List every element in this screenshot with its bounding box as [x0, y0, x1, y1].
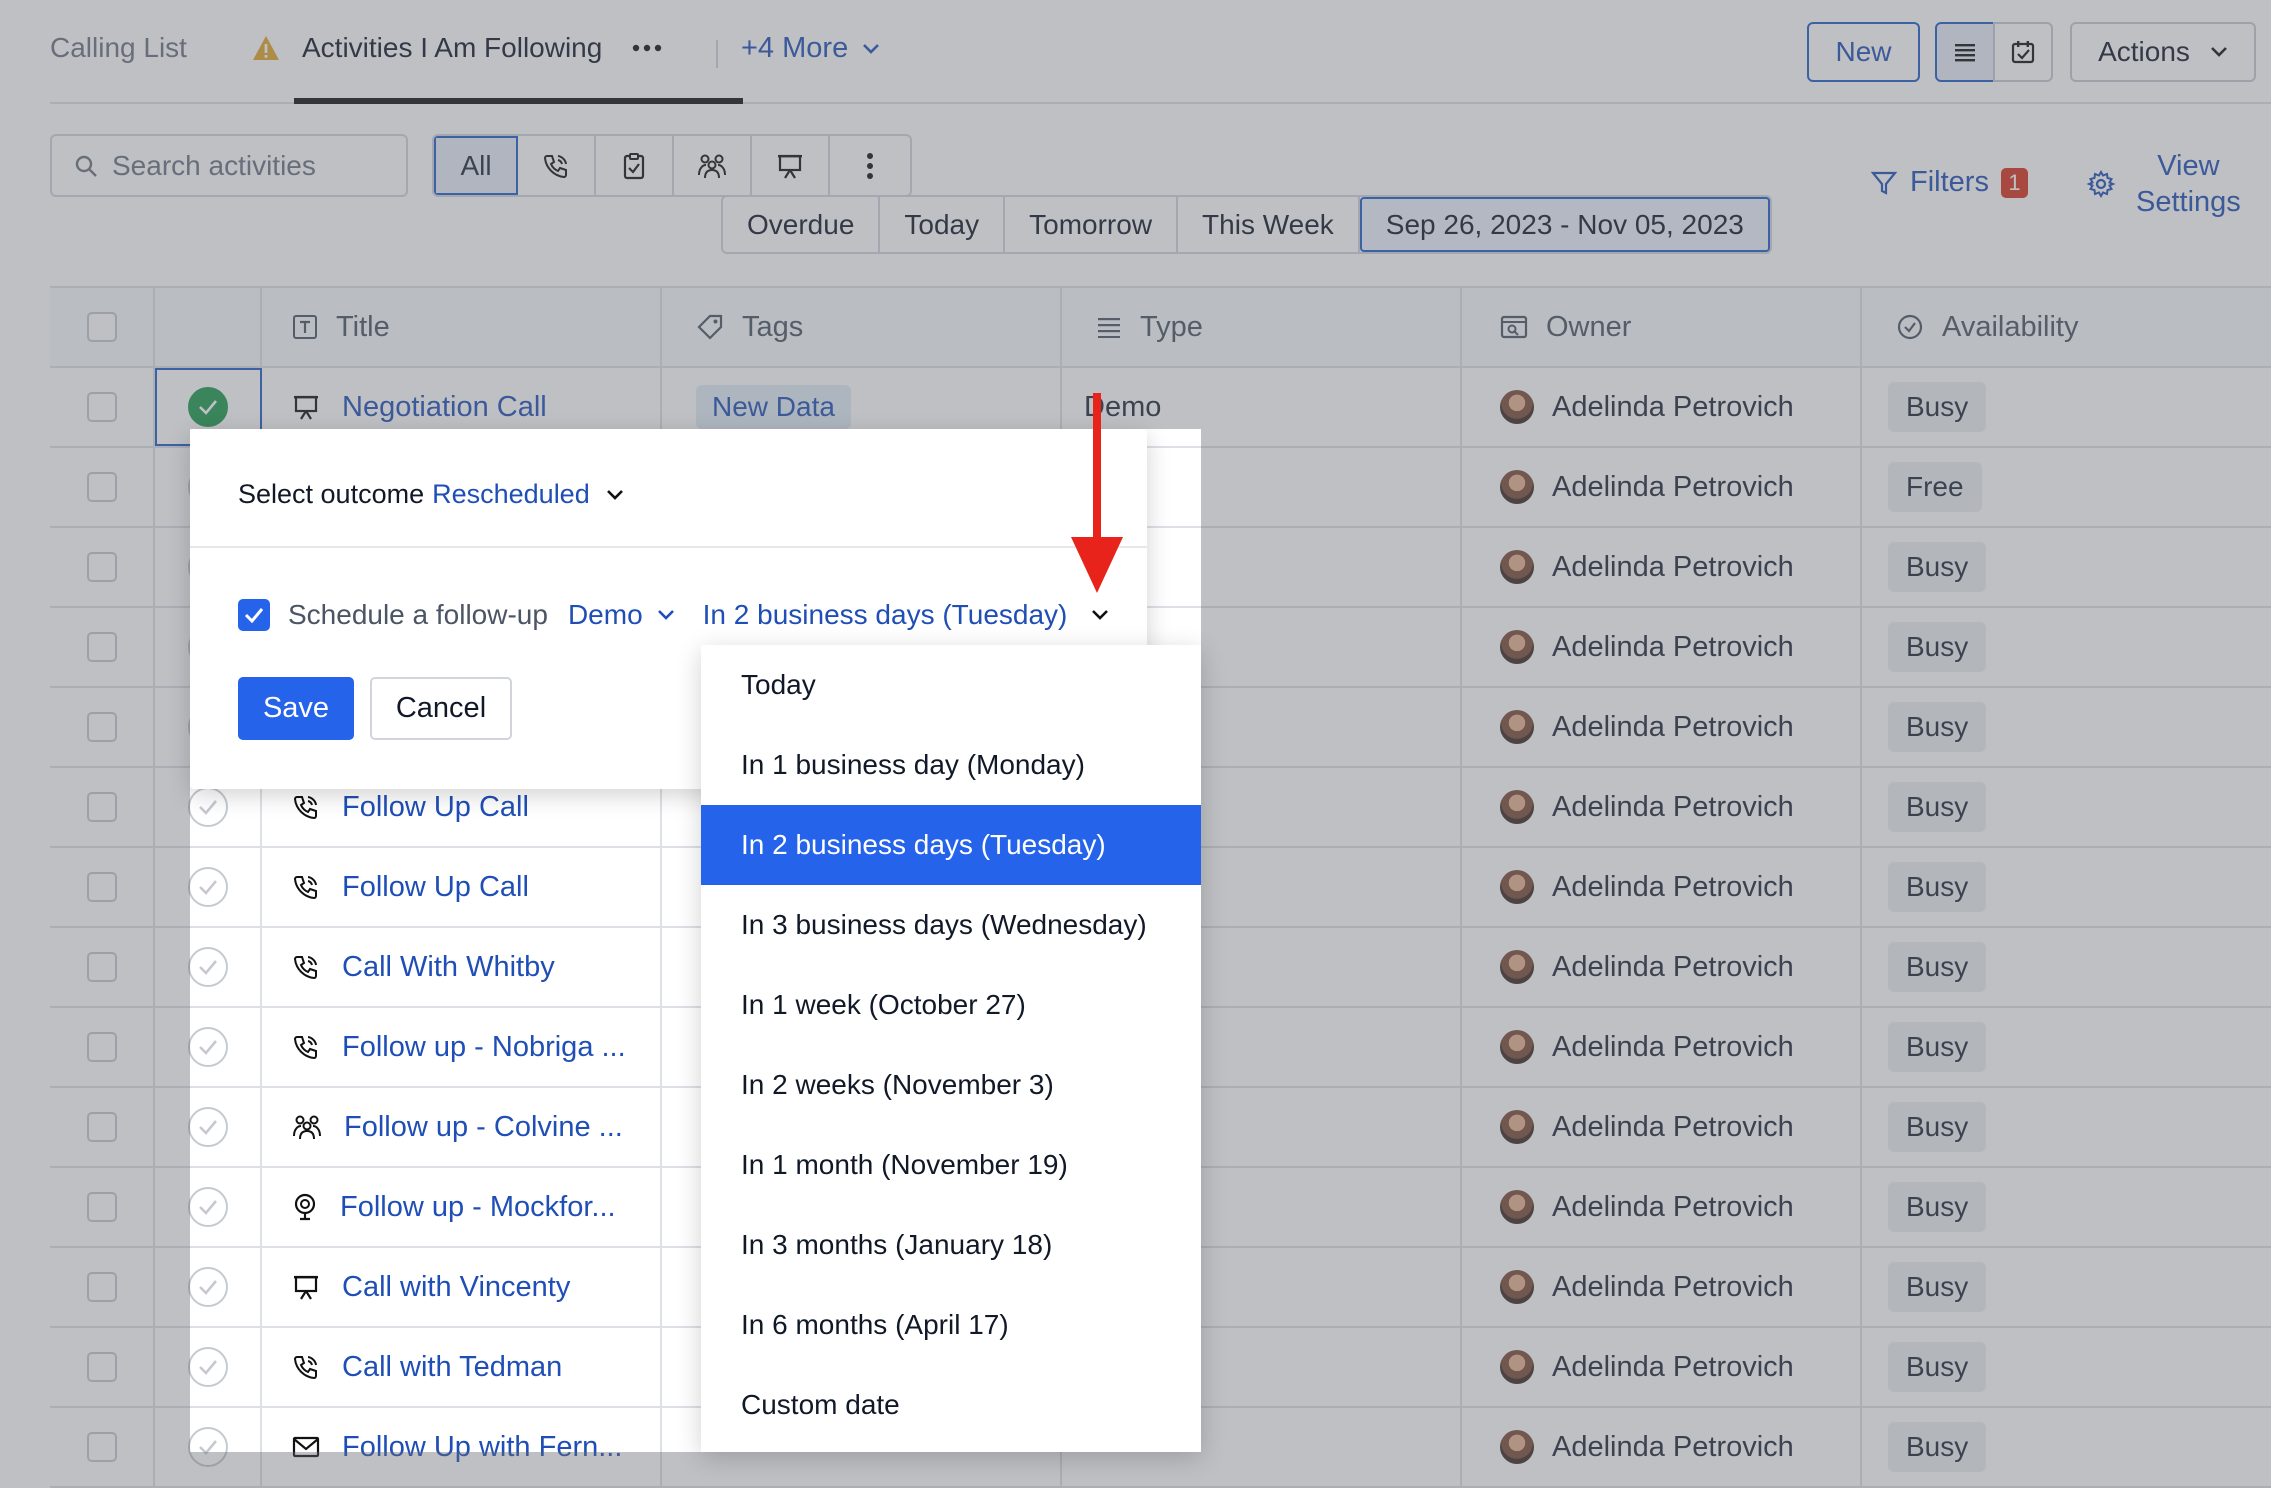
- mark-done-toggle[interactable]: [187, 787, 228, 827]
- modal-backdrop: [0, 0, 2271, 429]
- follow-up-option[interactable]: In 2 weeks (November 3): [701, 1045, 1201, 1125]
- activity-title-link[interactable]: Call with Vincenty: [342, 1271, 570, 1304]
- row-title-cell: Call with Vincenty: [262, 1248, 662, 1326]
- follow-up-option[interactable]: In 6 months (April 17): [701, 1285, 1201, 1365]
- follow-up-when-value: In 2 business days (Tuesday): [702, 599, 1068, 630]
- mark-done-toggle[interactable]: [187, 1027, 228, 1067]
- follow-up-option[interactable]: In 1 week (October 27): [701, 965, 1201, 1045]
- meeting-icon: [292, 1114, 322, 1140]
- follow-up-type-dropdown[interactable]: Demo: [568, 599, 675, 631]
- follow-up-type-value: Demo: [567, 599, 643, 630]
- annotation-arrow-icon: [1069, 393, 1125, 595]
- phone-icon: [292, 793, 320, 821]
- outcome-value: Rescheduled: [432, 479, 590, 509]
- follow-up-option[interactable]: In 3 business days (Wednesday): [701, 885, 1201, 965]
- presentation-icon: [292, 1273, 320, 1301]
- chevron-down-icon: [1091, 609, 1109, 621]
- follow-up-row: Schedule a follow-up Demo In 2 business …: [238, 599, 1109, 631]
- activity-title-link[interactable]: Call With Whitby: [342, 951, 555, 984]
- row-title-cell: Call with Tedman: [262, 1328, 662, 1406]
- mark-done-toggle[interactable]: [187, 1187, 228, 1227]
- activity-title-link[interactable]: Follow up - Colvine ...: [344, 1111, 623, 1144]
- modal-backdrop: [1201, 429, 2271, 1488]
- modal-backdrop: [0, 429, 190, 1488]
- mark-done-toggle[interactable]: [187, 947, 228, 987]
- follow-up-option[interactable]: In 1 business day (Monday): [701, 725, 1201, 805]
- phone-icon: [292, 1353, 320, 1381]
- row-title-cell: Follow Up Call: [262, 848, 662, 926]
- follow-up-option[interactable]: In 1 month (November 19): [701, 1125, 1201, 1205]
- schedule-follow-up-checkbox[interactable]: [238, 599, 270, 631]
- lunch-icon: [292, 1193, 318, 1221]
- phone-icon: [292, 1033, 320, 1061]
- row-title-cell: Follow up - Colvine ...: [262, 1088, 662, 1166]
- activity-title-link[interactable]: Follow Up Call: [342, 791, 529, 824]
- row-title-cell: Call With Whitby: [262, 928, 662, 1006]
- follow-up-when-dropdown[interactable]: In 2 business days (Tuesday): [703, 599, 1110, 631]
- save-button[interactable]: Save: [238, 677, 354, 740]
- chevron-down-icon: [606, 489, 624, 501]
- outcome-dropdown[interactable]: Rescheduled: [432, 479, 624, 510]
- schedule-follow-up-label: Schedule a follow-up: [288, 599, 548, 630]
- follow-up-option[interactable]: In 3 months (January 18): [701, 1205, 1201, 1285]
- follow-up-when-menu: Today In 1 business day (Monday) In 2 busi…: [701, 645, 1201, 1452]
- chevron-down-icon: [657, 609, 675, 621]
- select-outcome-row: Select outcome Rescheduled: [238, 479, 624, 510]
- follow-up-option[interactable]: Custom date: [701, 1365, 1201, 1445]
- row-title-cell: Follow up - Nobriga ...: [262, 1008, 662, 1086]
- popup-divider: [190, 546, 1147, 548]
- modal-backdrop: [190, 1452, 1201, 1488]
- cancel-button[interactable]: Cancel: [370, 677, 512, 740]
- select-outcome-label: Select outcome: [238, 479, 425, 509]
- follow-up-option[interactable]: In 2 business days (Tuesday): [701, 805, 1201, 885]
- phone-icon: [292, 953, 320, 981]
- mark-done-toggle[interactable]: [187, 867, 228, 907]
- mark-done-toggle[interactable]: [187, 1347, 228, 1387]
- mark-done-toggle[interactable]: [187, 1107, 228, 1147]
- activity-title-link[interactable]: Follow up - Mockfor...: [340, 1191, 616, 1224]
- activity-title-link[interactable]: Follow Up Call: [342, 871, 529, 904]
- activity-title-link[interactable]: Call with Tedman: [342, 1351, 562, 1384]
- activity-title-link[interactable]: Follow up - Nobriga ...: [342, 1031, 626, 1064]
- mark-done-toggle[interactable]: [187, 1267, 228, 1307]
- phone-icon: [292, 873, 320, 901]
- follow-up-option[interactable]: Today: [701, 645, 1201, 725]
- row-title-cell: Follow up - Mockfor...: [262, 1168, 662, 1246]
